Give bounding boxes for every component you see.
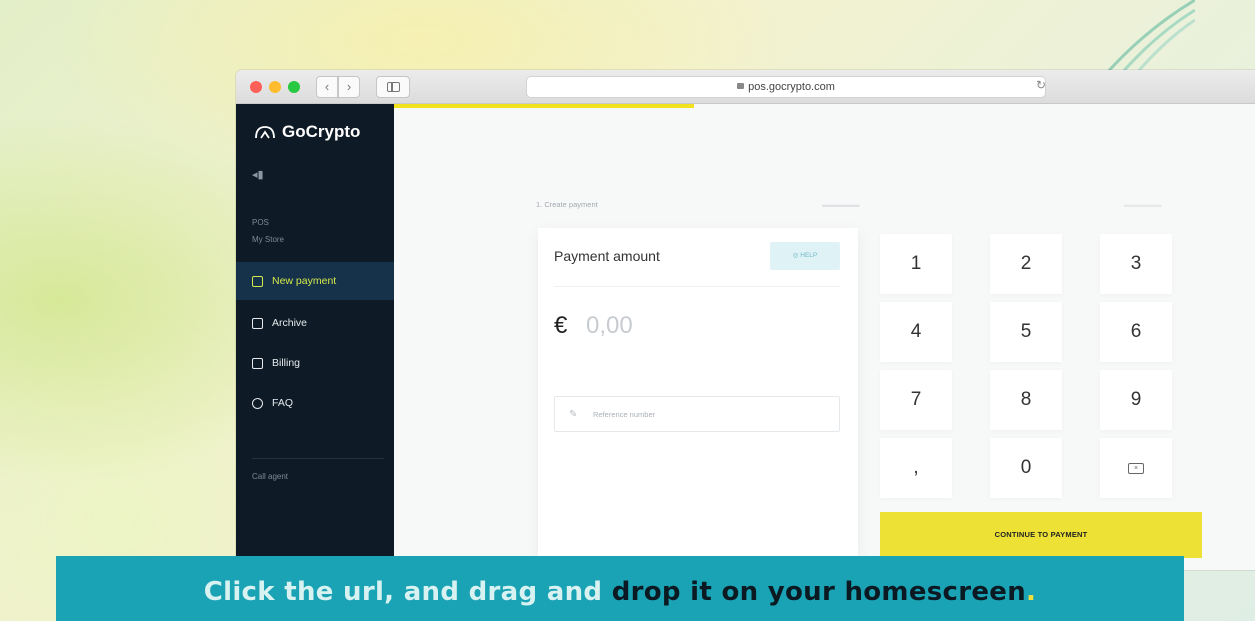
chevron-left-icon[interactable]: ‹ bbox=[316, 76, 338, 98]
caption-part-1: Click the url, and drag and bbox=[203, 577, 612, 607]
step-2-faded: ▬▬▬▬▬ bbox=[822, 200, 860, 209]
divider bbox=[554, 286, 840, 287]
step-3-faded: ▬▬▬▬▬ bbox=[1124, 200, 1162, 209]
globe-icon bbox=[252, 397, 263, 409]
decorative-swirl bbox=[1103, 0, 1195, 75]
keypad-key-backspace[interactable]: × bbox=[1100, 438, 1172, 498]
sidebar-item-label: Billing bbox=[272, 357, 301, 369]
keypad-key-6[interactable]: 6 bbox=[1100, 302, 1172, 362]
keypad-key-7[interactable]: 7 bbox=[880, 370, 952, 430]
minimize-window-button[interactable] bbox=[269, 81, 281, 93]
sidebar-item-billing[interactable]: Billing bbox=[236, 344, 394, 382]
call-agent-link[interactable]: Call agent bbox=[252, 472, 288, 481]
sidebar-item-faq[interactable]: FAQ bbox=[236, 384, 394, 422]
keypad-key-3[interactable]: 3 bbox=[1100, 234, 1172, 294]
main-content: 1. Create payment ▬▬▬▬▬ ▬▬▬▬▬ Payment am… bbox=[394, 104, 1255, 570]
browser-window: ‹ › pos.gocrypto.com ↻ GoCrypto ◂▮ POS M… bbox=[236, 70, 1255, 570]
reference-placeholder: Reference number bbox=[593, 410, 656, 419]
sidebar-item-archive[interactable]: Archive bbox=[236, 304, 394, 342]
currency-symbol: € bbox=[554, 312, 568, 339]
close-window-button[interactable] bbox=[250, 81, 262, 93]
pos-label: POS bbox=[252, 218, 269, 227]
sidebar: GoCrypto ◂▮ POS My Store New payment Arc… bbox=[236, 104, 394, 570]
backspace-icon: × bbox=[1128, 462, 1144, 474]
document-icon bbox=[252, 357, 263, 369]
sidebar-item-label: Archive bbox=[272, 317, 308, 329]
brand-logo[interactable]: GoCrypto bbox=[254, 122, 360, 142]
amount-input[interactable]: 0,00 bbox=[586, 312, 633, 340]
help-button[interactable]: ◎ HELP bbox=[770, 242, 840, 270]
plus-square-icon bbox=[252, 275, 263, 287]
help-label: HELP bbox=[800, 252, 818, 259]
continue-to-payment-button[interactable]: CONTINUE TO PAYMENT bbox=[880, 512, 1202, 558]
lightbulb-icon: ◎ bbox=[792, 252, 799, 259]
keypad-key-9[interactable]: 9 bbox=[1100, 370, 1172, 430]
url-bar[interactable]: pos.gocrypto.com bbox=[526, 76, 1046, 98]
lock-icon bbox=[737, 83, 745, 89]
sidebar-toggle-button[interactable] bbox=[376, 76, 410, 98]
payment-amount-card: Payment amount ◎ HELP € 0,00 ✎ Reference… bbox=[538, 228, 858, 556]
keypad-key-5[interactable]: 5 bbox=[990, 302, 1062, 362]
keypad-key-1[interactable]: 1 bbox=[880, 234, 952, 294]
sidebar-item-label: New payment bbox=[272, 275, 337, 287]
browser-toolbar: ‹ › pos.gocrypto.com ↻ bbox=[236, 70, 1255, 104]
reference-number-field[interactable]: ✎ Reference number bbox=[554, 396, 840, 432]
gocrypto-logo-icon bbox=[255, 126, 275, 139]
step-create-payment: 1. Create payment bbox=[536, 200, 598, 209]
keypad-key-0[interactable]: 0 bbox=[990, 438, 1062, 498]
caption-part-2: drop it on your homescreen bbox=[611, 577, 1027, 607]
payment-amount-title: Payment amount bbox=[554, 248, 660, 264]
sidebar-icon bbox=[387, 82, 400, 92]
pencil-icon: ✎ bbox=[569, 409, 578, 420]
caption-part-3: . bbox=[1026, 577, 1037, 607]
store-name: My Store bbox=[252, 235, 285, 244]
video-caption: Click the url, and drag and drop it on y… bbox=[56, 556, 1184, 621]
keypad-key-comma[interactable]: , bbox=[880, 438, 952, 498]
keypad-key-8[interactable]: 8 bbox=[990, 370, 1062, 430]
keypad-key-4[interactable]: 4 bbox=[880, 302, 952, 362]
sidebar-item-new-payment[interactable]: New payment bbox=[236, 262, 394, 300]
archive-icon bbox=[252, 317, 263, 329]
zoom-window-button[interactable] bbox=[288, 81, 300, 93]
reload-icon[interactable]: ↻ bbox=[1036, 78, 1046, 92]
keypad-key-2[interactable]: 2 bbox=[990, 234, 1062, 294]
collapse-sidebar-icon[interactable]: ◂▮ bbox=[252, 168, 264, 181]
chevron-right-icon[interactable]: › bbox=[338, 76, 360, 98]
brand-name: GoCrypto bbox=[282, 122, 361, 141]
url-text[interactable]: pos.gocrypto.com bbox=[748, 81, 835, 93]
sidebar-item-label: FAQ bbox=[272, 397, 294, 409]
divider bbox=[252, 458, 384, 459]
